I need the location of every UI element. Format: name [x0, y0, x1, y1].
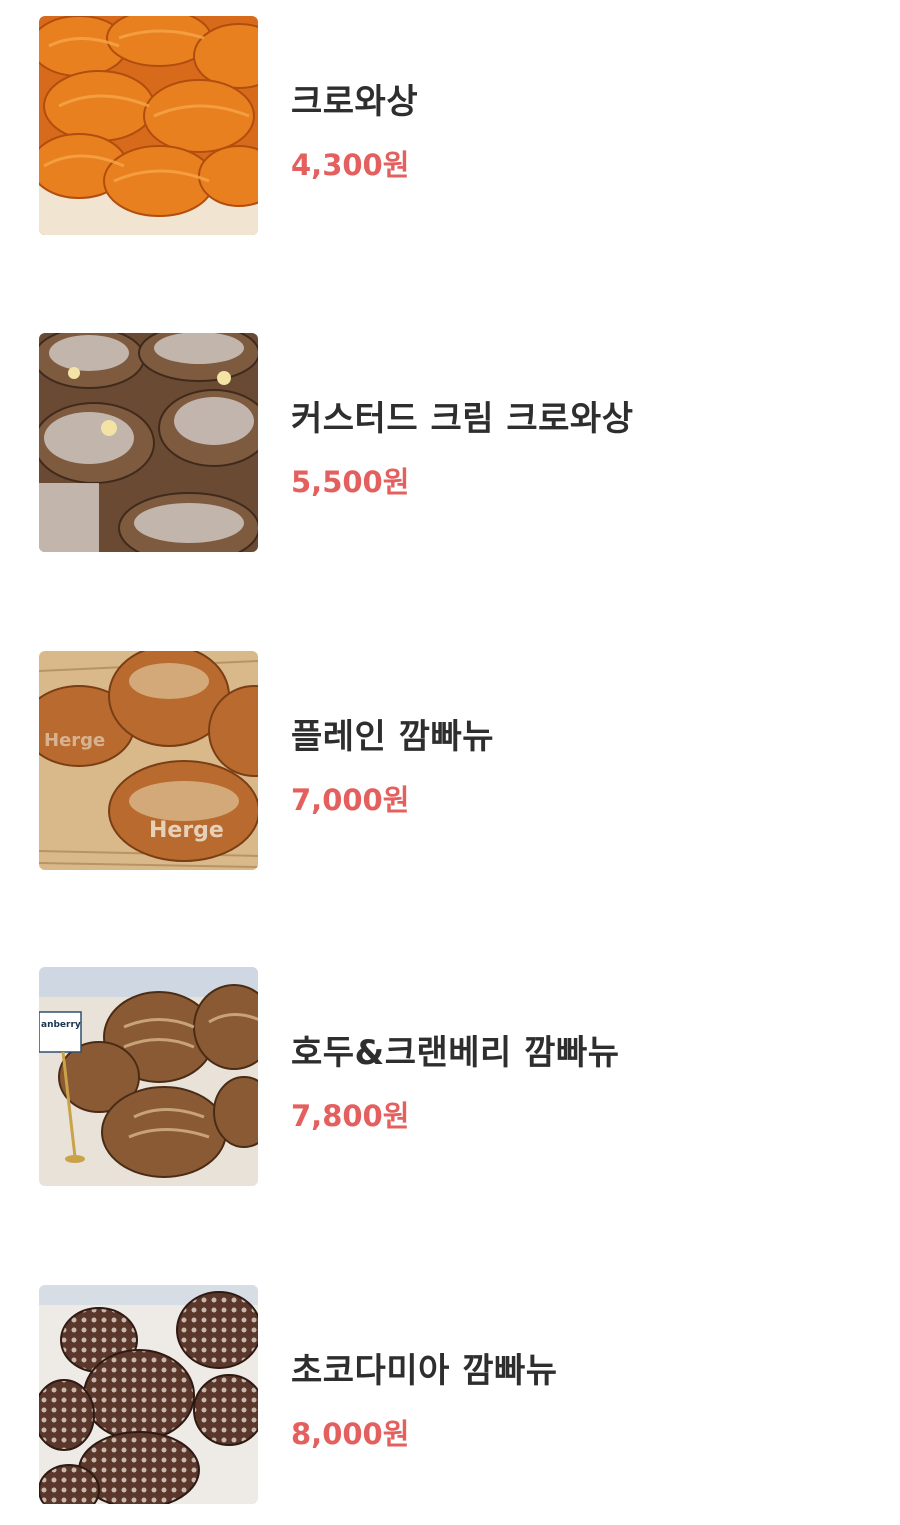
- custard-croissant-photo[interactable]: [39, 333, 258, 552]
- menu-item-plain-campagne[interactable]: Herge Herge 플레인 깜빠뉴 7,000원: [0, 651, 900, 871]
- item-name: 호두&크랜베리 깜빠뉴: [291, 1033, 620, 1073]
- menu-item-chocodamia-campagne[interactable]: 초코다미아 깜빠뉴 8,000원: [0, 1285, 900, 1505]
- item-name: 커스터드 크림 크로와상: [291, 399, 634, 439]
- item-price: 5,500원: [291, 465, 410, 499]
- chocodamia-campagne-photo[interactable]: [39, 1285, 258, 1504]
- croissant-photo[interactable]: [39, 16, 258, 235]
- item-name: 플레인 깜빠뉴: [291, 717, 495, 757]
- menu-list: 크로와상 4,300원 커스터드 크림 크로와상 5,500원 Herge He…: [0, 0, 900, 1525]
- plain-campagne-photo[interactable]: Herge Herge: [39, 651, 258, 870]
- menu-item-custard-croissant[interactable]: 커스터드 크림 크로와상 5,500원: [0, 333, 900, 553]
- item-price: 4,300원: [291, 148, 410, 182]
- svg-text:anberry: anberry: [41, 1020, 81, 1030]
- item-price: 7,000원: [291, 783, 410, 817]
- menu-item-walnut-cranberry-campagne[interactable]: anberry 호두&크랜베리 깜빠뉴 7,800원: [0, 967, 900, 1187]
- item-price: 8,000원: [291, 1417, 410, 1451]
- svg-text:Herge: Herge: [149, 818, 224, 843]
- item-name: 초코다미아 깜빠뉴: [291, 1351, 558, 1391]
- item-name: 크로와상: [291, 82, 419, 122]
- svg-text:Herge: Herge: [44, 730, 105, 751]
- item-price: 7,800원: [291, 1099, 410, 1133]
- walnut-cranberry-campagne-photo[interactable]: anberry: [39, 967, 258, 1186]
- menu-item-croissant[interactable]: 크로와상 4,300원: [0, 16, 900, 236]
